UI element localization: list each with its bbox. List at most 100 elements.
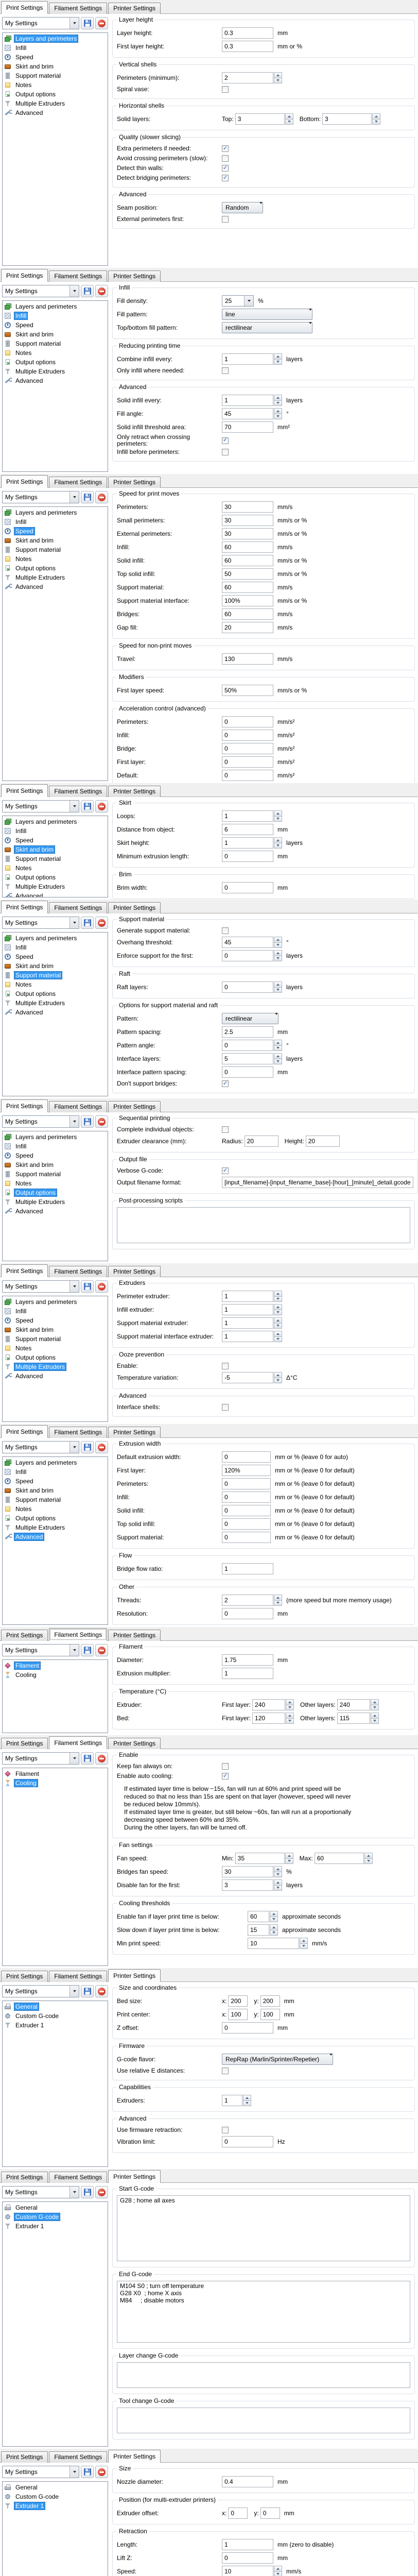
diameter-field[interactable] <box>222 1654 273 1666</box>
save-preset-button[interactable] <box>81 917 94 929</box>
default-extrusion-width-field[interactable] <box>222 1451 271 1463</box>
preset-select[interactable] <box>2 1985 79 1997</box>
start-g-code-textarea[interactable]: G28 ; home all axes <box>117 2195 410 2261</box>
tab-printer-settings[interactable]: Printer Settings <box>108 2450 161 2463</box>
slow-down-if-layer-print-time-is-below-field[interactable] <box>248 1924 269 1936</box>
layer-change-g-code-textarea[interactable] <box>117 2362 410 2388</box>
perimeters-field[interactable] <box>222 716 273 727</box>
spin-down-button[interactable] <box>274 2571 282 2576</box>
sidebar-item-support-material[interactable]: Support material <box>3 71 108 80</box>
spin-down-button[interactable] <box>274 1045 282 1052</box>
fill-pattern-select[interactable]: line <box>222 309 312 320</box>
z-offset-field[interactable] <box>222 2022 273 2033</box>
vibration-limit-field[interactable] <box>222 2136 273 2147</box>
sidebar-item-infill[interactable]: Infill <box>3 517 108 527</box>
preset-select-input[interactable] <box>3 492 69 503</box>
support-material-interface-extruder-field[interactable] <box>222 1331 273 1342</box>
spin-down-button[interactable] <box>274 843 282 849</box>
layer-height-field[interactable] <box>222 27 273 39</box>
tab-printer-settings[interactable]: Printer Settings <box>108 1101 161 1112</box>
sidebar-item-speed[interactable]: Speed <box>3 1477 108 1486</box>
spin-down-button[interactable] <box>274 359 282 365</box>
sidebar-item-layers-and-perimeters[interactable]: Layers and perimeters <box>3 1458 108 1467</box>
perimeters-minimum-field[interactable] <box>222 72 273 83</box>
sidebar-item-layers-and-perimeters[interactable]: Layers and perimeters <box>3 934 108 943</box>
post-processing-scripts-textarea[interactable] <box>117 1207 410 1243</box>
length-field[interactable] <box>222 2539 273 2550</box>
tab-print-settings[interactable]: Print Settings <box>1 2451 48 2463</box>
save-preset-button[interactable] <box>81 1115 94 1128</box>
interface-shells-checkbox[interactable] <box>222 1404 229 1411</box>
tab-filament-settings[interactable]: Filament Settings <box>49 2451 107 2463</box>
spin-down-button[interactable] <box>274 78 282 84</box>
preset-select[interactable] <box>2 1115 79 1128</box>
sidebar-item-skirt-and-brim[interactable]: Skirt and brim <box>3 845 108 854</box>
sidebar-item-infill[interactable]: Infill <box>3 1467 108 1477</box>
bridges-field[interactable] <box>222 608 273 620</box>
tab-printer-settings[interactable]: Printer Settings <box>108 1266 161 1277</box>
sidebar-item-cooling[interactable]: Cooling <box>3 1778 108 1788</box>
don-t-support-bridges-checkbox[interactable]: ✓ <box>222 1080 229 1087</box>
spin-down-button[interactable] <box>285 1858 293 1865</box>
sidebar-item-layers-and-perimeters[interactable]: Layers and perimeters <box>3 34 108 43</box>
sidebar-item-custom-g-code[interactable]: Custom G-code <box>3 2492 108 2501</box>
tab-print-settings[interactable]: Print Settings <box>1 1425 48 1438</box>
infill-extruder-field[interactable] <box>222 1304 273 1315</box>
tab-filament-settings[interactable]: Filament Settings <box>49 270 107 282</box>
sidebar-item-multiple-extruders[interactable]: Multiple Extruders <box>3 573 108 582</box>
sidebar-item-speed[interactable]: Speed <box>3 952 108 961</box>
sidebar-item-filament[interactable]: Filament <box>3 1769 108 1778</box>
sidebar-item-output-options[interactable]: Output options <box>3 358 108 367</box>
chevron-down-icon[interactable] <box>69 285 79 297</box>
perimeters-field[interactable] <box>222 1478 271 1489</box>
tab-printer-settings[interactable]: Printer Settings <box>108 2170 161 2183</box>
first-layer-field[interactable] <box>222 756 273 768</box>
print-center-y-field[interactable] <box>260 2009 280 2020</box>
extruders-field[interactable] <box>222 2095 242 2106</box>
chevron-down-icon[interactable] <box>244 296 253 306</box>
extruder-first-layer-field[interactable] <box>252 1699 285 1710</box>
verbose-g-code-checkbox[interactable]: ✓ <box>222 1167 229 1174</box>
spin-down-button[interactable] <box>286 1705 294 1711</box>
infill-field[interactable] <box>222 1492 271 1503</box>
threads-field[interactable] <box>222 1595 273 1606</box>
sidebar-item-skirt-and-brim[interactable]: Skirt and brim <box>3 536 108 545</box>
sidebar-item-advanced[interactable]: Advanced <box>3 1532 108 1541</box>
generate-support-material-checkbox[interactable] <box>222 927 229 934</box>
sidebar-item-notes[interactable]: Notes <box>3 348 108 358</box>
spin-down-button[interactable] <box>372 119 380 125</box>
extruder-other-layers-field[interactable] <box>337 1699 370 1710</box>
preset-select-input[interactable] <box>3 285 69 297</box>
chevron-down-icon[interactable] <box>69 1645 79 1656</box>
sidebar-item-output-options[interactable]: Output options <box>3 1514 108 1523</box>
delete-preset-button[interactable] <box>95 1115 108 1128</box>
chevron-down-icon[interactable] <box>69 1753 79 1764</box>
solid-infill-field[interactable] <box>222 555 273 566</box>
sidebar-item-layers-and-perimeters[interactable]: Layers and perimeters <box>3 817 108 826</box>
save-preset-button[interactable] <box>81 800 94 812</box>
chevron-down-icon[interactable] <box>69 1281 79 1292</box>
brim-width-field[interactable] <box>222 882 273 893</box>
perimeter-extruder-field[interactable] <box>222 1291 273 1302</box>
sidebar-item-advanced[interactable]: Advanced <box>3 108 108 117</box>
sidebar-item-speed[interactable]: Speed <box>3 53 108 62</box>
extra-perimeters-if-needed-checkbox[interactable]: ✓ <box>222 145 229 152</box>
sidebar-item-skirt-and-brim[interactable]: Skirt and brim <box>3 1486 108 1495</box>
sidebar-item-output-options[interactable]: Output options <box>3 989 108 998</box>
complete-individual-objects-checkbox[interactable] <box>222 1126 229 1133</box>
save-preset-button[interactable] <box>81 1752 94 1765</box>
spin-down-button[interactable] <box>274 1310 282 1316</box>
minimum-extrusion-length-field[interactable] <box>222 851 273 862</box>
tab-print-settings[interactable]: Print Settings <box>1 901 48 913</box>
sidebar-item-extruder-1[interactable]: Extruder 1 <box>3 2021 108 2030</box>
enable-checkbox[interactable] <box>222 1363 229 1369</box>
tab-printer-settings[interactable]: Printer Settings <box>108 270 161 282</box>
bridge-flow-ratio-field[interactable] <box>222 1563 273 1574</box>
tab-filament-settings[interactable]: Filament Settings <box>49 1101 107 1112</box>
sidebar-item-support-material[interactable]: Support material <box>3 339 108 348</box>
sidebar-item-support-material[interactable]: Support material <box>3 1170 108 1179</box>
preset-select[interactable] <box>2 917 79 929</box>
sidebar-item-speed[interactable]: Speed <box>3 320 108 330</box>
spin-down-button[interactable] <box>274 414 282 420</box>
tab-printer-settings[interactable]: Printer Settings <box>108 902 161 913</box>
